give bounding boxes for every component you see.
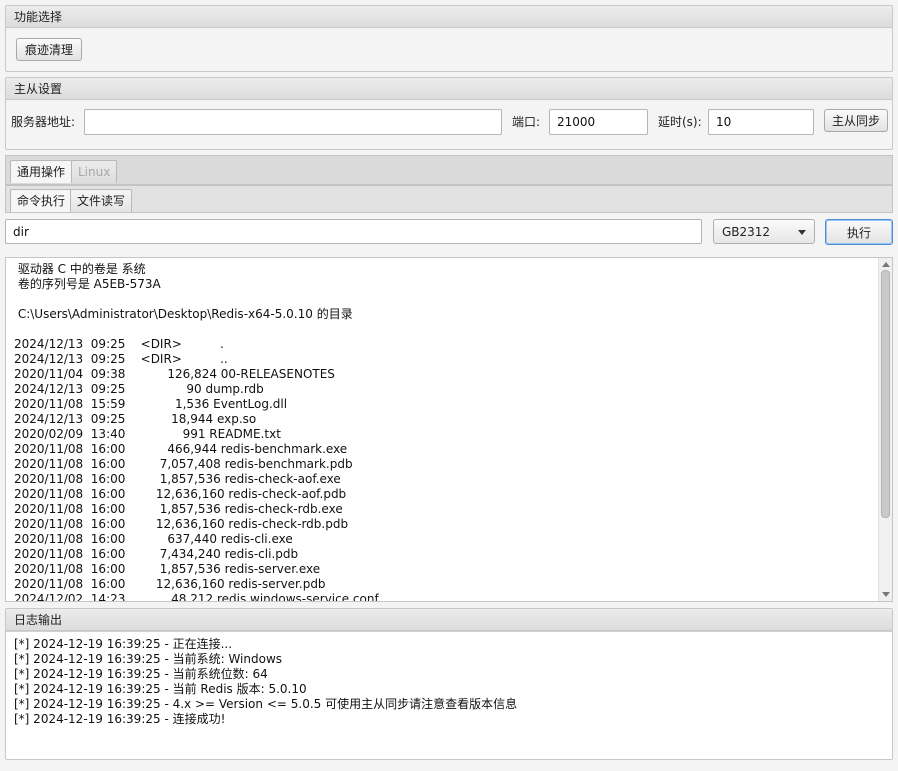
- master-slave-sync-button[interactable]: 主从同步: [824, 109, 888, 132]
- scroll-down-icon[interactable]: [882, 592, 890, 597]
- trace-clean-button[interactable]: 痕迹清理: [16, 38, 82, 61]
- output-scrollbar[interactable]: [878, 258, 892, 601]
- output-line: 2020/11/08 16:00 466,944 redis-benchmark…: [14, 442, 348, 456]
- server-address-input[interactable]: [84, 109, 502, 135]
- tab-file-read-write[interactable]: 文件读写: [70, 189, 133, 212]
- command-output-area[interactable]: 驱动器 C 中的卷是 系统 卷的序列号是 A5EB-573A C:\Users\…: [5, 257, 893, 602]
- log-panel: 日志输出 [*] 2024-12-19 16:39:25 - 正在连接... [*…: [5, 608, 893, 760]
- output-line: 2020/11/08 16:00 7,057,408 redis-benchma…: [14, 457, 353, 471]
- output-line: 2020/11/08 16:00 1,857,536 redis-server.…: [14, 562, 321, 576]
- log-line: [*] 2024-12-19 16:39:25 - 当前 Redis 版本: 5…: [14, 682, 307, 696]
- function-panel-title: 功能选择: [6, 6, 892, 28]
- output-line: C:\Users\Administrator\Desktop\Redis-x64…: [14, 307, 353, 321]
- top-tab-bar: 通用操作 Linux: [5, 155, 893, 185]
- output-line: 2024/12/13 09:25 <DIR> .: [14, 337, 224, 351]
- output-line: 2024/12/13 09:25 <DIR> ..: [14, 352, 228, 366]
- output-line: 2024/12/13 09:25 90 dump.rdb: [14, 382, 264, 396]
- tab-linux[interactable]: Linux: [71, 160, 118, 183]
- log-output-text: [*] 2024-12-19 16:39:25 - 正在连接... [*] 202…: [14, 637, 876, 727]
- port-label: 端口:: [512, 115, 541, 129]
- command-output-text: 驱动器 C 中的卷是 系统 卷的序列号是 A5EB-573A C:\Users\…: [14, 262, 876, 602]
- output-line: 2020/11/08 16:00 7,434,240 redis-cli.pdb: [14, 547, 299, 561]
- command-input[interactable]: [5, 219, 702, 244]
- log-line: [*] 2024-12-19 16:39:25 - 连接成功!: [14, 712, 226, 726]
- output-line: 2020/11/08 16:00 12,636,160 redis-server…: [14, 577, 326, 591]
- log-output-area[interactable]: [*] 2024-12-19 16:39:25 - 正在连接... [*] 202…: [6, 631, 892, 759]
- execute-button[interactable]: 执行: [825, 219, 893, 245]
- sub-tab-bar: 命令执行 文件读写: [5, 185, 893, 213]
- output-line: 2020/11/08 16:00 1,857,536 redis-check-r…: [14, 502, 343, 516]
- output-line: 2020/11/08 16:00 12,636,160 redis-check-…: [14, 517, 349, 531]
- log-line: [*] 2024-12-19 16:39:25 - 4.x >= Version…: [14, 697, 518, 711]
- output-line: 2024/12/13 09:25 18,944 exp.so: [14, 412, 257, 426]
- master-slave-panel: 主从设置 服务器地址: 端口: 延时(s): 主从同步: [5, 77, 893, 150]
- output-line: 驱动器 C 中的卷是 系统: [14, 262, 146, 276]
- delay-label: 延时(s):: [658, 115, 702, 129]
- output-line: 2020/11/08 16:00 1,857,536 redis-check-a…: [14, 472, 341, 486]
- output-line: 2020/11/08 15:59 1,536 EventLog.dll: [14, 397, 288, 411]
- scrollbar-thumb[interactable]: [881, 270, 890, 518]
- encoding-select[interactable]: GB2312: [713, 219, 815, 244]
- log-line: [*] 2024-12-19 16:39:25 - 当前系统: Windows: [14, 652, 283, 666]
- output-line: 2020/11/08 16:00 12,636,160 redis-check-…: [14, 487, 347, 501]
- server-address-label: 服务器地址:: [11, 115, 76, 129]
- tab-command-execution[interactable]: 命令执行: [10, 189, 73, 212]
- scroll-up-icon[interactable]: [882, 262, 890, 267]
- port-input[interactable]: [549, 109, 648, 135]
- encoding-select-value: GB2312: [722, 225, 771, 239]
- chevron-down-icon: [798, 230, 806, 235]
- output-line: 2024/12/02 14:23 48,212 redis.windows-se…: [14, 592, 379, 602]
- log-line: [*] 2024-12-19 16:39:25 - 正在连接...: [14, 637, 233, 651]
- log-panel-title: 日志输出: [6, 609, 892, 631]
- tab-general-operations[interactable]: 通用操作: [10, 160, 73, 183]
- master-slave-panel-title: 主从设置: [6, 78, 892, 100]
- delay-input[interactable]: [708, 109, 814, 135]
- output-line: 2020/11/08 16:00 637,440 redis-cli.exe: [14, 532, 293, 546]
- output-line: 2020/11/04 09:38 126,824 00-RELEASENOTES: [14, 367, 335, 381]
- output-line: 2020/02/09 13:40 991 README.txt: [14, 427, 281, 441]
- log-line: [*] 2024-12-19 16:39:25 - 当前系统位数: 64: [14, 667, 268, 681]
- function-panel: 功能选择 痕迹清理: [5, 5, 893, 72]
- output-line: 卷的序列号是 A5EB-573A: [14, 277, 161, 291]
